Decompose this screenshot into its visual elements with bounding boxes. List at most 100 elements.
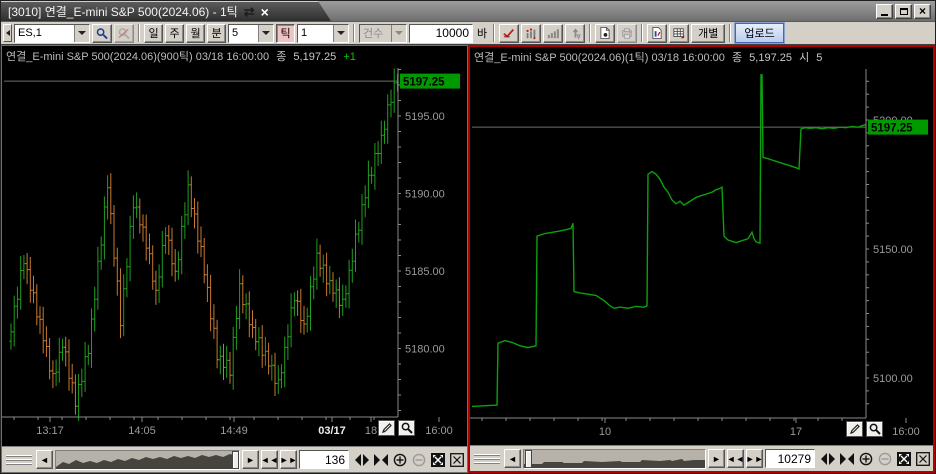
toolbar-overflow-left-button[interactable] (3, 24, 12, 42)
separator (493, 24, 495, 42)
tick-count-combo[interactable]: 1 (297, 24, 349, 43)
visible-bar-count-input[interactable] (299, 450, 349, 469)
left-chart-plot[interactable]: 5195.005190.005185.005180.0013:1714:0514… (2, 64, 468, 446)
zoom-out-button[interactable] (411, 452, 427, 468)
right-chart-panel[interactable]: 연결_E-mini S&P 500(2024.06)(1틱) 03/18 16:… (468, 45, 935, 473)
search-off-icon (118, 27, 130, 40)
page-left-button[interactable]: ◄◄ (727, 449, 744, 468)
range-thumb-start[interactable] (525, 450, 532, 468)
close-nav-button[interactable] (449, 452, 465, 468)
compare-chart-icon (651, 26, 663, 40)
expand-width-icon (821, 453, 835, 465)
left-arrow-icon (3, 30, 10, 36)
new-document-button[interactable] (595, 24, 615, 43)
left-chart-header: 연결_E-mini S&P 500(2024.06)(900틱) 03/18 1… (2, 46, 467, 64)
swap-arrows-icon[interactable]: ⇄ (244, 4, 255, 20)
grid-icon (673, 27, 685, 40)
left-minimap (56, 451, 240, 470)
open-price-value: 5 (816, 52, 822, 64)
symbol-value: ES,1 (15, 27, 74, 39)
scroll-right-button[interactable]: ► (242, 450, 259, 469)
window-title-tab[interactable]: [3010] 연결_E-mini S&P 500(2024.06) - 1틱 ⇄… (1, 1, 331, 21)
svg-text:16:00: 16:00 (425, 425, 453, 437)
zoom-in-circle-icon (393, 453, 407, 467)
minimize-button[interactable] (876, 4, 893, 19)
period-day-button[interactable]: 일 (144, 24, 163, 43)
symbol-combo[interactable]: ES,1 (14, 24, 90, 43)
sort-updown-button[interactable] (565, 24, 585, 43)
svg-text:5197.25: 5197.25 (403, 77, 445, 89)
bar-count-input[interactable] (409, 24, 473, 43)
full-range-button[interactable] (896, 451, 912, 467)
upload-button[interactable]: 업로드 (735, 23, 783, 43)
chevron-down-icon[interactable] (333, 25, 348, 42)
count-mode-label: 건수 (360, 25, 391, 41)
separator (589, 24, 591, 42)
expand-width-button[interactable] (354, 452, 370, 468)
drag-gripper[interactable] (472, 451, 502, 467)
compare-chart-button[interactable] (647, 24, 667, 43)
shrink-width-button[interactable] (373, 452, 389, 468)
close-button[interactable]: × (914, 4, 931, 19)
individual-button[interactable]: 개별 (691, 24, 725, 43)
zoom-tool-button[interactable] (398, 420, 415, 436)
pencil-icon (381, 422, 393, 434)
draw-tool-button[interactable] (846, 421, 863, 437)
scroll-right-button[interactable]: ► (708, 449, 725, 468)
left-minimap-track[interactable] (55, 450, 240, 470)
minute-combo[interactable]: 5 (228, 24, 274, 43)
chevron-down-icon[interactable] (258, 25, 273, 42)
period-minute-button[interactable]: 분 (207, 24, 226, 43)
right-chart-plot[interactable]: 5200.005150.005100.00101716:005197.25 (470, 65, 934, 445)
left-chart-panel[interactable]: 연결_E-mini S&P 500(2024.06)(900틱) 03/18 1… (1, 45, 468, 473)
page-right-button[interactable]: ►► (746, 449, 763, 468)
close-nav-button[interactable] (915, 451, 931, 467)
svg-text:5190.00: 5190.00 (405, 189, 445, 201)
printer-icon (621, 27, 633, 40)
maximize-button[interactable] (895, 4, 912, 19)
zoom-out-circle-icon (412, 453, 426, 467)
page-left-button[interactable]: ◄◄ (261, 450, 278, 469)
magnifier-icon (401, 422, 413, 434)
period-week-button[interactable]: 주 (165, 24, 184, 43)
right-chart-title: 연결_E-mini S&P 500(2024.06)(1틱) 03/18 16:… (474, 52, 725, 64)
bar-chart-type-button[interactable] (543, 24, 563, 43)
change-value: +1 (343, 51, 356, 63)
expand-width-button[interactable] (820, 451, 836, 467)
draw-tool-button[interactable] (378, 420, 395, 436)
print-preview-button[interactable] (617, 24, 637, 43)
chevron-down-icon[interactable] (74, 25, 89, 42)
open-price-label: 시 (799, 52, 809, 64)
page-right-button[interactable]: ►► (280, 450, 297, 469)
zoom-tool-button[interactable] (866, 421, 883, 437)
zoom-in-button[interactable] (392, 452, 408, 468)
visible-bar-count-input[interactable] (765, 449, 815, 468)
title-bar: [3010] 연결_E-mini S&P 500(2024.06) - 1틱 ⇄… (1, 1, 935, 22)
scroll-left-button[interactable]: ◄ (36, 450, 53, 469)
chart-panels: 연결_E-mini S&P 500(2024.06)(900틱) 03/18 1… (1, 45, 935, 473)
range-thumb-start[interactable] (232, 451, 239, 469)
zoom-in-button[interactable] (858, 451, 874, 467)
close-price-value: 5,197.25 (293, 51, 336, 63)
symbol-search-button[interactable] (92, 24, 112, 43)
maximize-icon (900, 8, 908, 15)
scroll-left-button[interactable]: ◄ (504, 449, 521, 468)
drag-gripper[interactable] (4, 452, 34, 468)
tick-chart-type-button[interactable] (521, 24, 541, 43)
zoom-out-button[interactable] (877, 451, 893, 467)
svg-text:14:49: 14:49 (220, 425, 248, 437)
toolbar: ES,1 일 주 월 분 5 틱 1 건수 바 (1, 22, 935, 45)
grid-settings-button[interactable] (669, 24, 689, 43)
tab-close-icon[interactable]: × (261, 6, 269, 18)
up-down-arrows-icon (569, 27, 581, 40)
zoom-reset-button[interactable] (114, 24, 134, 43)
full-range-button[interactable] (430, 452, 446, 468)
period-month-button[interactable]: 월 (186, 24, 205, 43)
svg-text:5185.00: 5185.00 (405, 266, 445, 278)
zoom-out-circle-icon (878, 452, 892, 466)
tick-mode-button[interactable]: 틱 (276, 24, 295, 43)
right-minimap-track[interactable] (523, 449, 706, 469)
line-chart-type-button[interactable] (499, 24, 519, 43)
trading-chart-window: [3010] 연결_E-mini S&P 500(2024.06) - 1틱 ⇄… (0, 0, 936, 474)
shrink-width-button[interactable] (839, 451, 855, 467)
